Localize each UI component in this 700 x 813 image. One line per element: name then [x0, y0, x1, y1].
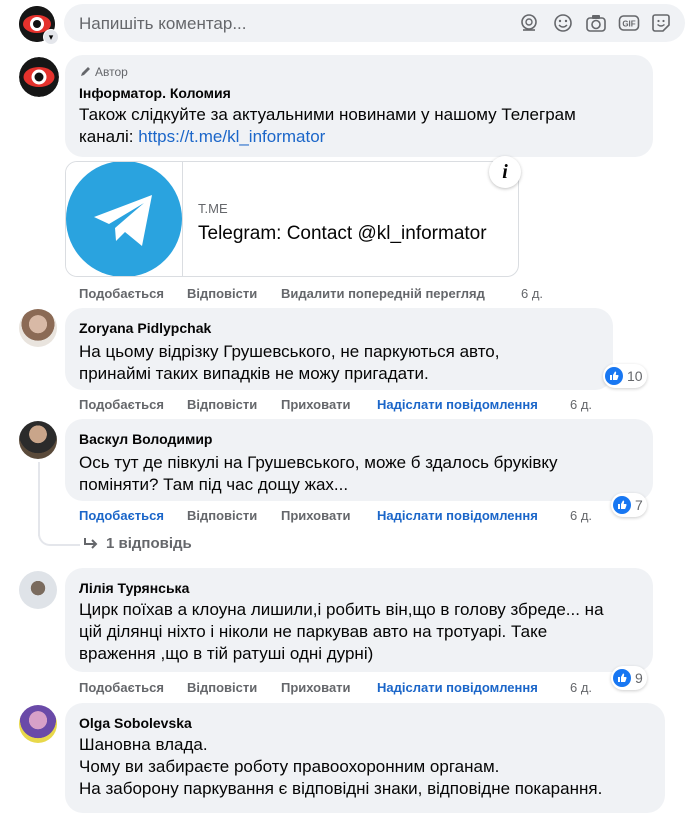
comment-text: Шановна влада. Чому ви забираєте роботу … — [79, 734, 602, 800]
comment-text: Цирк поїхав а клоуна лишили,і робить він… — [79, 599, 604, 665]
author-avatar[interactable] — [19, 57, 59, 97]
comment-text-line: каналі: https://t.me/kl_informator — [79, 126, 576, 148]
reaction-count[interactable]: 10 — [603, 364, 647, 388]
comment-actions: Подобається Відповісти Приховати Надісла… — [79, 680, 679, 696]
reply-arrow-icon — [84, 537, 98, 549]
send-message-button[interactable]: Надіслати повідомлення — [377, 680, 538, 695]
send-message-button[interactable]: Надіслати повідомлення — [377, 508, 538, 523]
comment-author[interactable]: Olga Sobolevska — [79, 715, 192, 731]
comment-text-line: принаймі таких випадків не можу пригадат… — [79, 364, 429, 383]
hide-button[interactable]: Приховати — [281, 508, 351, 523]
comment-text-prefix: каналі: — [79, 127, 139, 146]
reply-button[interactable]: Відповісти — [187, 286, 257, 301]
commenter-avatar[interactable] — [19, 705, 57, 743]
info-icon[interactable]: i — [489, 156, 521, 188]
gif-icon[interactable]: GIF — [618, 13, 640, 33]
thread-line-curve — [38, 520, 80, 546]
comment-text-line: Шановна влада. — [79, 735, 208, 754]
preview-title: Telegram: Contact @kl_informator — [198, 223, 487, 244]
comment-actions: Подобається Відповісти Видалити попередн… — [79, 286, 679, 302]
link-preview-card[interactable]: T.ME Telegram: Contact @kl_informator — [65, 161, 519, 277]
reaction-count-value: 10 — [627, 368, 643, 384]
camera-icon[interactable] — [585, 13, 607, 33]
telegram-link[interactable]: https://t.me/kl_informator — [138, 127, 325, 146]
hide-button[interactable]: Приховати — [281, 397, 351, 412]
comment-text: На цьому відрізку Грушевського, не парку… — [79, 341, 499, 385]
eye-logo-icon — [19, 57, 59, 97]
commenter-avatar[interactable] — [19, 309, 57, 347]
like-icon — [605, 367, 623, 385]
comment-input[interactable]: Напишіть коментар... GIF — [64, 4, 685, 42]
comment-text-line: Чому ви забираєте роботу правоохоронним … — [79, 757, 500, 776]
hide-button[interactable]: Приховати — [281, 680, 351, 695]
avatar-sticker-icon[interactable] — [519, 13, 539, 33]
comment-timestamp[interactable]: 6 д. — [570, 397, 592, 412]
comment-author[interactable]: Інформатор. Коломия — [79, 85, 231, 101]
reply-button[interactable]: Відповісти — [187, 508, 257, 523]
comment-text-line: На цьому відрізку Грушевського, не парку… — [79, 342, 500, 361]
preview-domain: T.ME — [198, 201, 228, 216]
reply-button[interactable]: Відповісти — [187, 680, 257, 695]
comment-text: Також слідкуйте за актуальними новинами … — [79, 104, 576, 148]
comment-input-placeholder: Напишіть коментар... — [79, 14, 247, 33]
comment-author[interactable]: Лілія Турянська — [79, 580, 189, 596]
sticker-icon[interactable] — [651, 13, 671, 33]
comment-timestamp[interactable]: 6 д. — [521, 286, 543, 301]
comment-text-line: На заборону паркування є відповідні знак… — [79, 779, 603, 798]
telegram-thumbnail — [66, 162, 183, 276]
comment-actions: Подобається Відповісти Приховати Надісла… — [79, 397, 679, 413]
commenter-avatar[interactable] — [19, 421, 57, 459]
pencil-icon — [81, 67, 90, 76]
chevron-down-icon[interactable]: ▾ — [43, 29, 59, 45]
view-replies-button[interactable]: 1 відповідь — [82, 535, 192, 552]
comment-author[interactable]: Васкул Володимир — [79, 431, 212, 447]
like-button[interactable]: Подобається — [79, 508, 164, 523]
comment-text-line: Ось тут де півкулі на Грушевського, може… — [79, 453, 558, 472]
comment-timestamp[interactable]: 6 д. — [570, 680, 592, 695]
svg-text:GIF: GIF — [622, 20, 635, 29]
like-button[interactable]: Подобається — [79, 680, 164, 695]
comment-text: Ось тут де півкулі на Грушевського, може… — [79, 452, 558, 496]
send-message-button[interactable]: Надіслати повідомлення — [377, 397, 538, 412]
comment-text-line: поміняти? Там під час дощу жах... — [79, 475, 349, 494]
comment-text-line: цій ділянці ніхто і ніколи не паркував а… — [79, 622, 548, 641]
comment-timestamp[interactable]: 6 д. — [570, 508, 592, 523]
comment-text-line: Цирк поїхав а клоуна лишили,і робить він… — [79, 600, 604, 619]
comment-actions: Подобається Відповісти Приховати Надісла… — [79, 508, 679, 524]
remove-preview-button[interactable]: Видалити попередній перегляд — [281, 286, 485, 301]
like-button[interactable]: Подобається — [79, 397, 164, 412]
emoji-icon[interactable] — [553, 13, 573, 33]
author-badge-label: Автор — [95, 65, 128, 79]
like-button[interactable]: Подобається — [79, 286, 164, 301]
author-badge: Автор — [79, 65, 128, 79]
telegram-icon — [66, 162, 182, 276]
comment-author[interactable]: Zoryana Pidlypchak — [79, 320, 211, 336]
replies-count: 1 відповідь — [106, 535, 192, 552]
comment-text-line: Також слідкуйте за актуальними новинами … — [79, 105, 576, 124]
comment-text-line: враження ,що в тій ратуші одні дурні) — [79, 644, 374, 663]
commenter-avatar[interactable] — [19, 571, 57, 609]
reply-button[interactable]: Відповісти — [187, 397, 257, 412]
